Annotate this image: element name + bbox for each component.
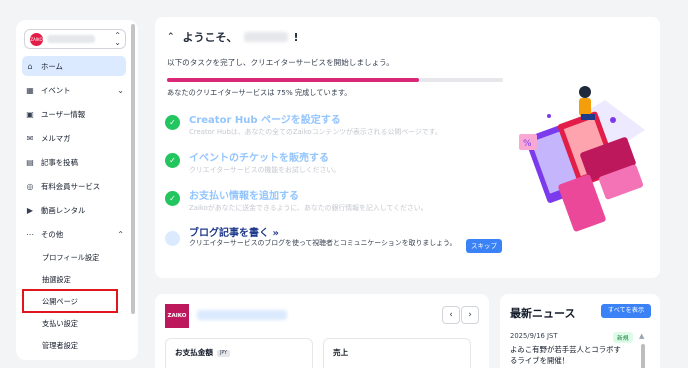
task-desc: Zaikoがあなたに送金できるように、あなたの銀行情報を記入してください。 xyxy=(189,204,428,212)
sidebar-item-home[interactable]: ⌂ ホーム xyxy=(22,56,126,76)
pending-circle-icon xyxy=(165,231,180,246)
video-icon: ▶ xyxy=(26,205,34,215)
account-stats-card: ZAIKO ‹ › お支払金額 JPY 売上 xyxy=(155,294,489,368)
chevron-up-icon: ⌃ xyxy=(167,32,175,42)
sidebar-subitem-lottery-settings[interactable]: 抽選設定 xyxy=(42,275,71,285)
check-icon: ✓ xyxy=(165,115,180,130)
prev-button[interactable]: ‹ xyxy=(442,306,460,324)
currency-badge: JPY xyxy=(216,349,231,357)
welcome-card: ⌃ ようこそ、 ! 以下のタスクを完了し、クリエイターサービスを開始しましょう。… xyxy=(155,17,660,278)
sidebar-item-label: 記事を投稿 xyxy=(41,157,78,167)
news-title: 最新ニュース xyxy=(510,307,576,320)
sidebar-subitem-admin-settings[interactable]: 管理者設定 xyxy=(42,341,78,351)
account-name-blurred xyxy=(47,35,95,43)
account-name-blurred xyxy=(197,310,287,320)
news-item-link[interactable]: よゐこ有野が若手芸人とコラボするライブを開催！ xyxy=(510,344,626,366)
sidebar-item-user-info[interactable]: ▣ ユーザー情報 xyxy=(22,104,85,124)
check-icon: ✓ xyxy=(165,153,180,168)
skip-button[interactable]: スキップ xyxy=(466,239,502,253)
sidebar-item-label: メルマガ xyxy=(41,133,71,143)
sidebar-item-label: ユーザー情報 xyxy=(41,109,86,119)
payment-stat: お支払金額 JPY xyxy=(165,338,313,368)
account-logo: ZAIKO xyxy=(30,33,43,46)
news-date: 2025/9/16 JST xyxy=(510,332,558,340)
more-icon: ⋯ xyxy=(26,229,34,239)
account-selector[interactable]: ZAIKO ⌃ ⌄ xyxy=(24,29,126,49)
sidebar-subitem-profile-settings[interactable]: プロフィール設定 xyxy=(42,253,99,263)
sidebar-item-post-article[interactable]: ▤ 記事を投稿 xyxy=(22,152,78,172)
progress-fill xyxy=(167,78,419,82)
updown-chevron-icon: ⌃ ⌄ xyxy=(114,31,121,47)
task-desc: Creator Hubは、あなたの全てのZaikoコンテンツが表示される公開ペー… xyxy=(189,128,442,136)
sales-label: 売上 xyxy=(333,348,349,357)
progress-bar xyxy=(167,78,503,82)
svg-text:%: % xyxy=(523,139,532,149)
scroll-up-icon[interactable]: ▲ xyxy=(639,332,644,340)
view-all-news-button[interactable]: すべてを表示 xyxy=(601,304,651,318)
news-card: 最新ニュース すべてを表示 2025/9/16 JST 新規 ▲ よゐこ有野が若… xyxy=(500,294,660,368)
sidebar-subitem-payment-settings[interactable]: 支払い設定 xyxy=(42,319,78,329)
progress-text: あなたのクリエイターサービスは 75% 完成しています。 xyxy=(167,88,352,97)
calendar-icon: ▦ xyxy=(26,85,34,95)
chevron-down-icon: ⌄ xyxy=(117,85,124,95)
chevron-up-icon: ⌃ xyxy=(117,229,124,239)
next-button[interactable]: › xyxy=(461,306,479,324)
payment-label: お支払金額 JPY xyxy=(175,347,231,358)
document-icon: ▤ xyxy=(26,157,34,167)
user-icon: ▣ xyxy=(26,109,34,119)
task-desc: クリエイターサービスのブログを使って視聴者とコミュニケーションを取りましょう。 xyxy=(189,239,457,247)
zaiko-logo: ZAIKO xyxy=(165,304,189,328)
mail-icon: ✉ xyxy=(26,133,34,143)
highlight-box xyxy=(22,289,118,313)
sidebar-item-label: ホーム xyxy=(41,61,63,71)
sidebar-item-newsletter[interactable]: ✉ メルマガ xyxy=(22,128,71,148)
sidebar-item-events[interactable]: ▦ イベント ⌄ xyxy=(22,80,126,100)
sidebar-item-membership[interactable]: ◎ 有料会員サービス xyxy=(22,176,101,196)
sidebar-item-label: 動画レンタル xyxy=(41,205,86,215)
task-title[interactable]: お支払い情報を追加する xyxy=(189,187,299,202)
new-badge: 新規 xyxy=(613,332,633,343)
greeting-text: ようこそ、 xyxy=(182,31,238,44)
welcome-intro: 以下のタスクを完了し、クリエイターサービスを開始しましょう。 xyxy=(167,58,394,67)
sidebar-item-label: イベント xyxy=(41,85,71,95)
creator-illustration: % xyxy=(519,86,645,232)
sidebar-item-other[interactable]: ⋯ その他 ⌃ xyxy=(22,224,126,244)
greeting-end: ! xyxy=(293,30,299,44)
task-desc: クリエイターサービスの機能をお試しください。 xyxy=(189,166,341,174)
sidebar-item-video-rental[interactable]: ▶ 動画レンタル xyxy=(22,200,85,220)
welcome-header[interactable]: ⌃ ようこそ、 ! xyxy=(167,29,299,45)
home-icon: ⌂ xyxy=(27,61,33,71)
check-icon: ✓ xyxy=(165,191,180,206)
task-title[interactable]: Creator Hub ページを設定する xyxy=(189,111,341,126)
sales-stat: 売上 xyxy=(323,338,471,368)
sidebar-scrollbar[interactable] xyxy=(131,24,135,314)
membership-icon: ◎ xyxy=(26,181,34,191)
sidebar-item-label: その他 xyxy=(41,229,64,239)
news-scrollbar[interactable] xyxy=(641,344,645,368)
user-name-blurred xyxy=(243,32,288,42)
sidebar-item-label: 有料会員サービス xyxy=(41,181,101,191)
task-title[interactable]: イベントのチケットを販売する xyxy=(189,149,329,164)
